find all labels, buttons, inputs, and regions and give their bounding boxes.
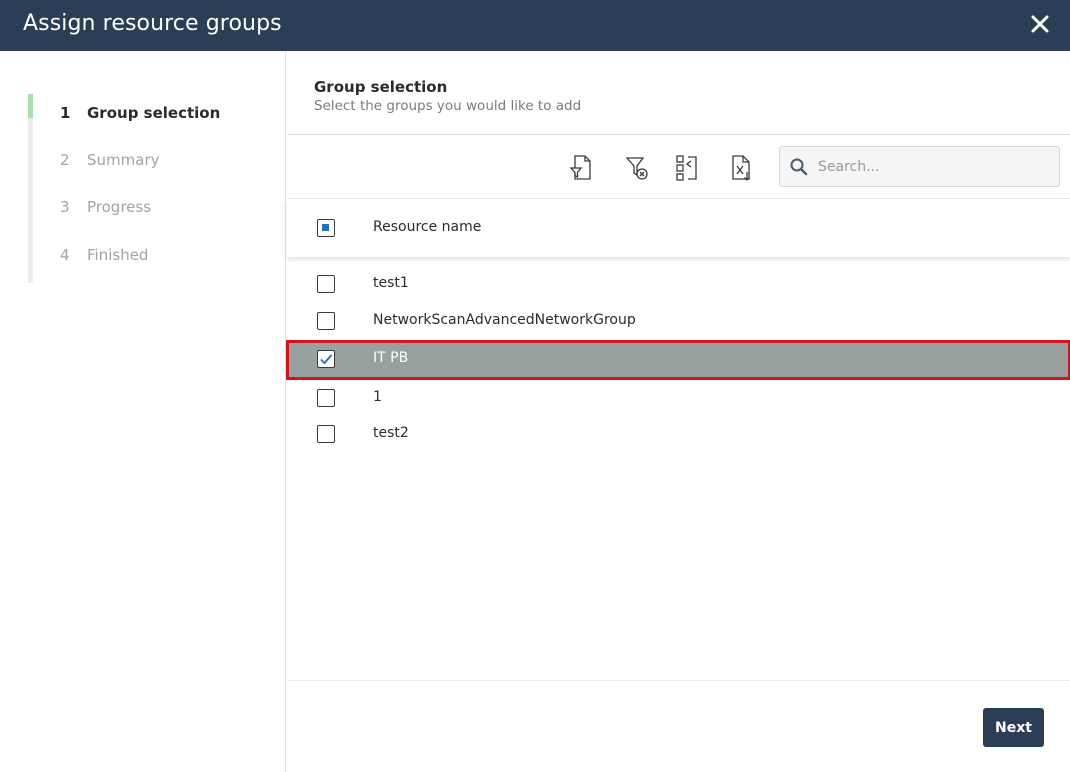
- step-number: 1: [60, 104, 71, 122]
- clear-filter-icon[interactable]: [624, 153, 652, 183]
- dialog-footer: Next: [287, 680, 1070, 772]
- resource-name: 1: [373, 389, 382, 405]
- resource-name: test2: [373, 425, 409, 441]
- step-label: Progress: [87, 198, 152, 216]
- select-all-checkbox[interactable]: [317, 219, 335, 237]
- table-row[interactable]: test1: [287, 266, 1070, 302]
- row-checkbox[interactable]: [317, 389, 335, 407]
- resource-name: test1: [373, 275, 409, 291]
- wizard-progress-rail: [28, 94, 33, 283]
- search-box: [779, 146, 1060, 187]
- step-label: Summary: [87, 151, 160, 169]
- step-number: 3: [60, 198, 70, 216]
- row-checkbox[interactable]: [317, 425, 335, 443]
- table-toolbar: [287, 136, 1070, 199]
- table-header: Resource name: [287, 200, 1070, 257]
- next-button[interactable]: Next: [983, 708, 1044, 747]
- table-row[interactable]: 1: [287, 380, 1070, 416]
- dialog-titlebar: Assign resource groups: [0, 0, 1070, 51]
- export-excel-icon[interactable]: [728, 153, 756, 183]
- close-icon[interactable]: [1026, 10, 1054, 38]
- wizard-step-progress[interactable]: 3 Progress: [60, 198, 151, 220]
- search-input[interactable]: [818, 147, 1053, 186]
- step-number: 2: [60, 151, 70, 169]
- panel-title: Group selection: [314, 78, 448, 96]
- wizard-step-group-selection[interactable]: 1 Group selection: [60, 104, 220, 126]
- table-row[interactable]: NetworkScanAdvancedNetworkGroup: [287, 303, 1070, 339]
- group-selection-panel: Group selection Select the groups you wo…: [286, 52, 1070, 772]
- table-row[interactable]: test2: [287, 416, 1070, 452]
- column-header-resource-name[interactable]: Resource name: [373, 219, 481, 235]
- resource-name: NetworkScanAdvancedNetworkGroup: [373, 312, 636, 328]
- step-label: Finished: [87, 246, 149, 264]
- row-checkbox-checked[interactable]: [317, 350, 335, 368]
- wizard-step-finished[interactable]: 4 Finished: [60, 246, 148, 268]
- step-number: 4: [60, 246, 70, 264]
- search-icon: [789, 157, 809, 177]
- filter-document-icon[interactable]: [568, 153, 596, 183]
- row-checkbox[interactable]: [317, 312, 335, 330]
- dialog-title: Assign resource groups: [23, 11, 282, 36]
- checkmark-icon: [320, 354, 333, 365]
- table-row-selected[interactable]: IT PB: [286, 340, 1070, 380]
- wizard-step-summary[interactable]: 2 Summary: [60, 151, 160, 173]
- wizard-progress-indicator: [28, 94, 33, 118]
- wizard-steps-nav: 1 Group selection 2 Summary 3 Progress 4 Fin…: [0, 52, 286, 772]
- step-label: Group selection: [87, 104, 221, 122]
- panel-subtitle: Select the groups you would like to add: [314, 98, 582, 114]
- resource-name: IT PB: [373, 350, 409, 366]
- column-settings-icon[interactable]: [674, 153, 702, 183]
- row-checkbox[interactable]: [317, 275, 335, 293]
- panel-header: Group selection Select the groups you wo…: [287, 52, 1070, 135]
